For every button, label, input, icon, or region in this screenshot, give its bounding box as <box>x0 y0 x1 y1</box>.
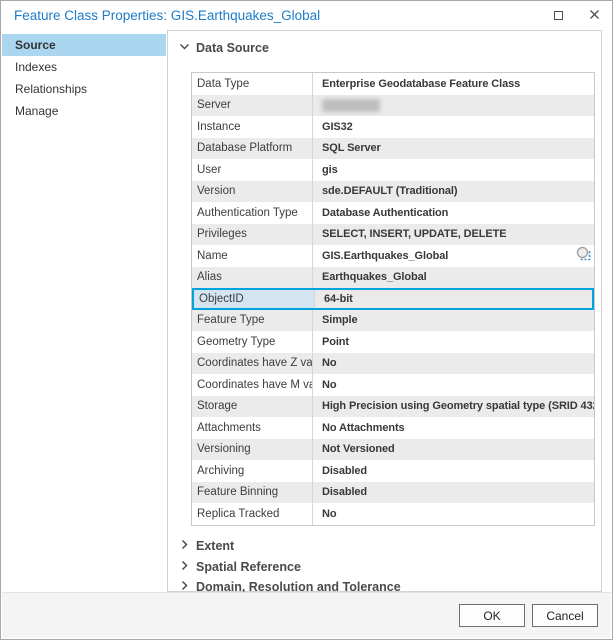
row-label: Version <box>192 181 312 203</box>
table-row: Feature BinningDisabled <box>192 482 594 504</box>
row-label: Storage <box>192 396 312 418</box>
footer-bar: OK Cancel <box>2 592 611 638</box>
row-label: Coordinates have Z value <box>192 353 312 375</box>
chevron-down-icon <box>179 41 190 55</box>
table-row: AliasEarthquakes_Global <box>192 267 594 289</box>
cancel-button[interactable]: Cancel <box>532 604 598 627</box>
window-controls <box>540 1 612 30</box>
row-label: Server <box>192 95 312 117</box>
row-value: 64-bit <box>314 290 592 308</box>
table-row: Feature TypeSimple <box>192 310 594 332</box>
table-row: VersioningNot Versioned <box>192 439 594 461</box>
row-label: Replica Tracked <box>192 503 312 525</box>
table-row: Database PlatformSQL Server <box>192 138 594 160</box>
row-label: Attachments <box>192 417 312 439</box>
row-label: Coordinates have M value <box>192 374 312 396</box>
ok-button[interactable]: OK <box>459 604 525 627</box>
chevron-right-icon <box>179 560 190 574</box>
row-value <box>312 95 594 117</box>
row-label: Privileges <box>192 224 312 246</box>
row-value: No <box>312 353 594 375</box>
row-label: Feature Binning <box>192 482 312 504</box>
row-value: GIS.Earthquakes_Global <box>312 245 594 267</box>
row-value: gis <box>312 159 594 181</box>
row-label: User <box>192 159 312 181</box>
table-row: NameGIS.Earthquakes_Global <box>192 245 594 267</box>
properties-table: Data TypeEnterprise Geodatabase Feature … <box>191 72 595 526</box>
sidebar-item-source[interactable]: Source <box>2 34 166 56</box>
maximize-button[interactable] <box>540 1 576 30</box>
titlebar: Feature Class Properties: GIS.Earthquake… <box>1 1 612 30</box>
row-label: Feature Type <box>192 310 312 332</box>
close-icon <box>589 7 600 25</box>
table-row: Coordinates have M valueNo <box>192 374 594 396</box>
row-label: Versioning <box>192 439 312 461</box>
table-row: StorageHigh Precision using Geometry spa… <box>192 396 594 418</box>
table-row: Geometry TypePoint <box>192 331 594 353</box>
row-value: Disabled <box>312 482 594 504</box>
row-value: Simple <box>312 310 594 332</box>
sidebar-item-manage[interactable]: Manage <box>2 100 166 122</box>
feature-class-properties-dialog: Feature Class Properties: GIS.Earthquake… <box>0 0 613 640</box>
section-header-extent[interactable]: Extent <box>179 536 591 557</box>
row-value: Database Authentication <box>312 202 594 224</box>
row-value: High Precision using Geometry spatial ty… <box>312 396 594 418</box>
row-label: Geometry Type <box>192 331 312 353</box>
section-label: Spatial Reference <box>196 560 301 574</box>
table-row: PrivilegesSELECT, INSERT, UPDATE, DELETE <box>192 224 594 246</box>
section-label: Extent <box>196 539 234 553</box>
row-label: Alias <box>192 267 312 289</box>
sidebar-item-relationships[interactable]: Relationships <box>2 78 166 100</box>
content-panel: Data Source Data TypeEnterprise Geodatab… <box>167 30 602 592</box>
section-header-spatial-reference[interactable]: Spatial Reference <box>179 557 591 578</box>
table-row: ObjectID64-bit <box>192 288 594 310</box>
row-value: Disabled <box>312 460 594 482</box>
sidebar-nav: SourceIndexesRelationshipsManage <box>2 34 166 591</box>
row-value: Earthquakes_Global <box>312 267 594 289</box>
row-value: sde.DEFAULT (Traditional) <box>312 181 594 203</box>
maximize-icon <box>554 11 563 20</box>
circle-selection-icon[interactable] <box>575 246 592 266</box>
chevron-right-icon <box>179 539 190 553</box>
row-label: Name <box>192 245 312 267</box>
row-label: Archiving <box>192 460 312 482</box>
dialog-title: Feature Class Properties: GIS.Earthquake… <box>14 8 320 23</box>
row-label: ObjectID <box>194 290 314 308</box>
close-button[interactable] <box>576 1 612 30</box>
row-label: Database Platform <box>192 138 312 160</box>
row-label: Data Type <box>192 73 312 95</box>
table-row: AttachmentsNo Attachments <box>192 417 594 439</box>
sidebar-item-indexes[interactable]: Indexes <box>2 56 166 78</box>
row-label: Authentication Type <box>192 202 312 224</box>
row-value: SQL Server <box>312 138 594 160</box>
row-value: Point <box>312 331 594 353</box>
table-row: Coordinates have Z valueNo <box>192 353 594 375</box>
table-row: Replica TrackedNo <box>192 503 594 525</box>
row-value: No <box>312 374 594 396</box>
collapsed-sections: ExtentSpatial ReferenceDomain, Resolutio… <box>179 536 591 598</box>
redacted-value <box>322 99 380 112</box>
row-value: SELECT, INSERT, UPDATE, DELETE <box>312 224 594 246</box>
table-row: Data TypeEnterprise Geodatabase Feature … <box>192 73 594 95</box>
table-row: Usergis <box>192 159 594 181</box>
table-row: InstanceGIS32 <box>192 116 594 138</box>
row-label: Instance <box>192 116 312 138</box>
table-row: Server <box>192 95 594 117</box>
table-row: ArchivingDisabled <box>192 460 594 482</box>
row-value: No Attachments <box>312 417 594 439</box>
row-value: GIS32 <box>312 116 594 138</box>
row-value: No <box>312 503 594 525</box>
row-value: Not Versioned <box>312 439 594 461</box>
table-row: Authentication TypeDatabase Authenticati… <box>192 202 594 224</box>
section-label: Data Source <box>196 41 269 55</box>
table-row: Versionsde.DEFAULT (Traditional) <box>192 181 594 203</box>
section-header-data-source[interactable]: Data Source <box>179 41 269 55</box>
row-value: Enterprise Geodatabase Feature Class <box>312 73 594 95</box>
